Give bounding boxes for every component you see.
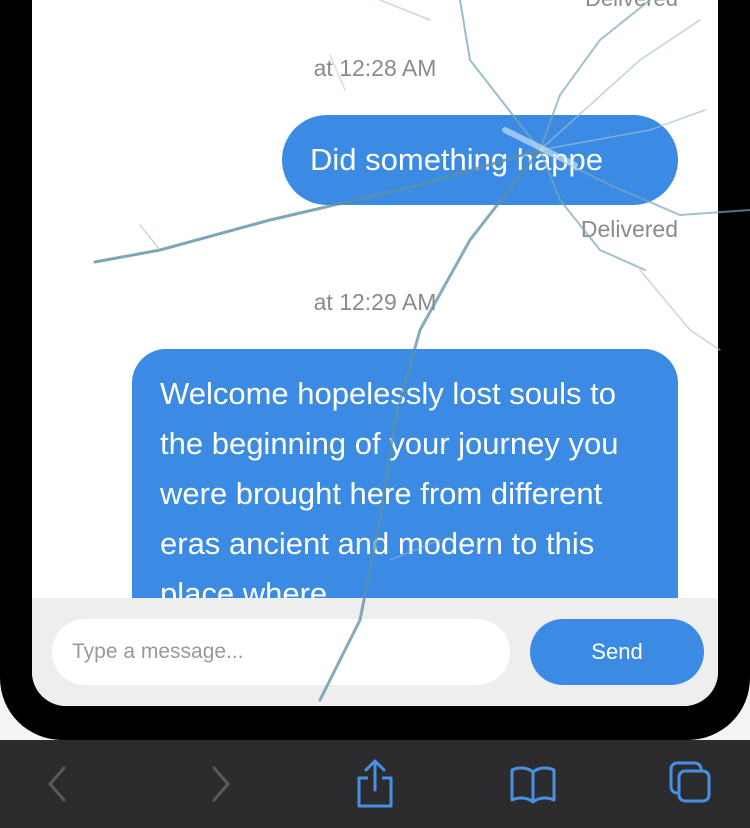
delivered-status-top: Delivered [585, 0, 678, 12]
outgoing-message[interactable]: Did something happe [282, 115, 678, 205]
chat-screen: Delivered at 12:28 AM Did something happ… [32, 0, 718, 706]
browser-toolbar [0, 740, 750, 828]
tabs-icon[interactable] [660, 754, 720, 814]
phone-frame: Delivered at 12:28 AM Did something happ… [0, 0, 750, 740]
bookmarks-icon[interactable] [503, 754, 563, 814]
forward-icon[interactable] [190, 754, 250, 814]
send-button[interactable]: Send [530, 619, 704, 685]
message-list[interactable]: Delivered at 12:28 AM Did something happ… [32, 0, 718, 598]
delivered-status: Delivered [580, 216, 678, 242]
message-input[interactable] [52, 619, 510, 685]
share-icon[interactable] [345, 754, 405, 814]
outgoing-message[interactable]: Welcome hopelessly lost souls to the beg… [132, 349, 678, 598]
back-icon[interactable] [28, 754, 88, 814]
timestamp: at 12:28 AM [313, 55, 437, 81]
message-composer: Send [32, 598, 718, 706]
timestamp: at 12:29 AM [313, 289, 437, 315]
